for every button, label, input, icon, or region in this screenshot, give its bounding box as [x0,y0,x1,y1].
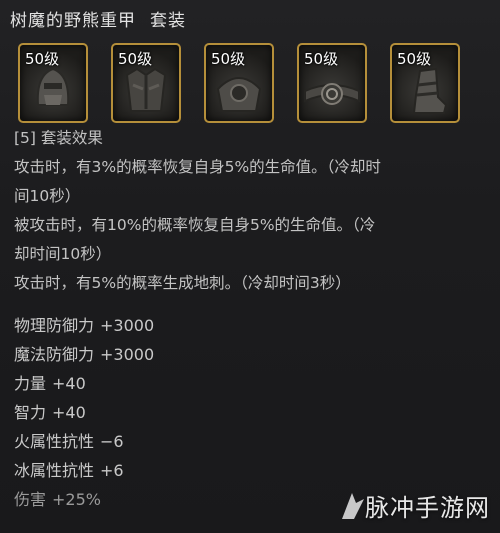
stat-row: 伤害 +25% [14,485,314,514]
slot-level-label: 50级 [304,50,339,68]
stat-value: +3000 [100,316,155,335]
stat-name: 力量 [14,374,47,393]
stat-name: 智力 [14,403,47,422]
set-effect-line: 攻击时，有3%的概率恢复自身5%的生命值。（冷却时 [14,158,381,176]
stat-value: +3000 [100,345,155,364]
stat-name: 魔法防御力 [14,345,95,364]
stat-row: 力量 +40 [14,369,314,398]
set-piece-slot-4[interactable]: 50级 [297,43,367,123]
tooltip-title: 树魔的野熊重甲 套装 [10,6,186,31]
slot-level-label: 50级 [397,50,432,68]
set-effect-line: 攻击时，有5%的概率生成地刺。（冷却时间3秒） [14,274,351,292]
equipment-tooltip: 树魔的野熊重甲 套装 50级 50级 50级 50级 50级 [5] 套装效果 … [0,0,500,533]
set-tag: 套装 [150,11,186,31]
set-effect-line: 被攻击时，有10%的概率恢复自身5%的生命值。（冷 [14,216,376,234]
set-piece-slot-1[interactable]: 50级 [18,43,88,123]
stats-list: 物理防御力 +3000 魔法防御力 +3000 力量 +40 智力 +40 火属性抗性 −… [14,311,314,514]
set-effect-line: 却时间10秒） [14,245,112,263]
slot-level-label: 50级 [25,50,60,68]
stat-name: 火属性抗性 [14,432,95,451]
set-effect-section: [5] 套装效果 攻击时，有3%的概率恢复自身5%的生命值。（冷却时 间10秒）… [14,124,484,298]
stat-name: 冰属性抗性 [14,461,95,480]
watermark-text: 脉冲手游网 [365,494,490,522]
set-effect-header: [5] 套装效果 [14,129,103,147]
slot-level-label: 50级 [118,50,153,68]
stat-row: 魔法防御力 +3000 [14,340,314,369]
watermark-logo-icon [342,493,364,519]
stat-name: 伤害 [14,490,47,509]
set-piece-slot-3[interactable]: 50级 [204,43,274,123]
stat-row: 物理防御力 +3000 [14,311,314,340]
set-effect-line: 间10秒） [14,187,81,205]
stat-value: +6 [100,461,124,480]
stat-value: +40 [52,374,86,393]
slot-level-label: 50级 [211,50,246,68]
stat-name: 物理防御力 [14,316,95,335]
set-piece-slot-5[interactable]: 50级 [390,43,460,123]
stat-value: +25% [52,490,101,509]
site-watermark: 脉冲手游网 [334,479,494,529]
item-name: 树魔的野熊重甲 [10,11,136,31]
stat-row: 智力 +40 [14,398,314,427]
stat-row: 火属性抗性 −6 [14,427,314,456]
set-pieces-row: 50级 50级 50级 50级 50级 [18,43,488,123]
stat-value: +40 [52,403,86,422]
stat-row: 冰属性抗性 +6 [14,456,314,485]
stat-value: −6 [100,432,124,451]
set-piece-slot-2[interactable]: 50级 [111,43,181,123]
